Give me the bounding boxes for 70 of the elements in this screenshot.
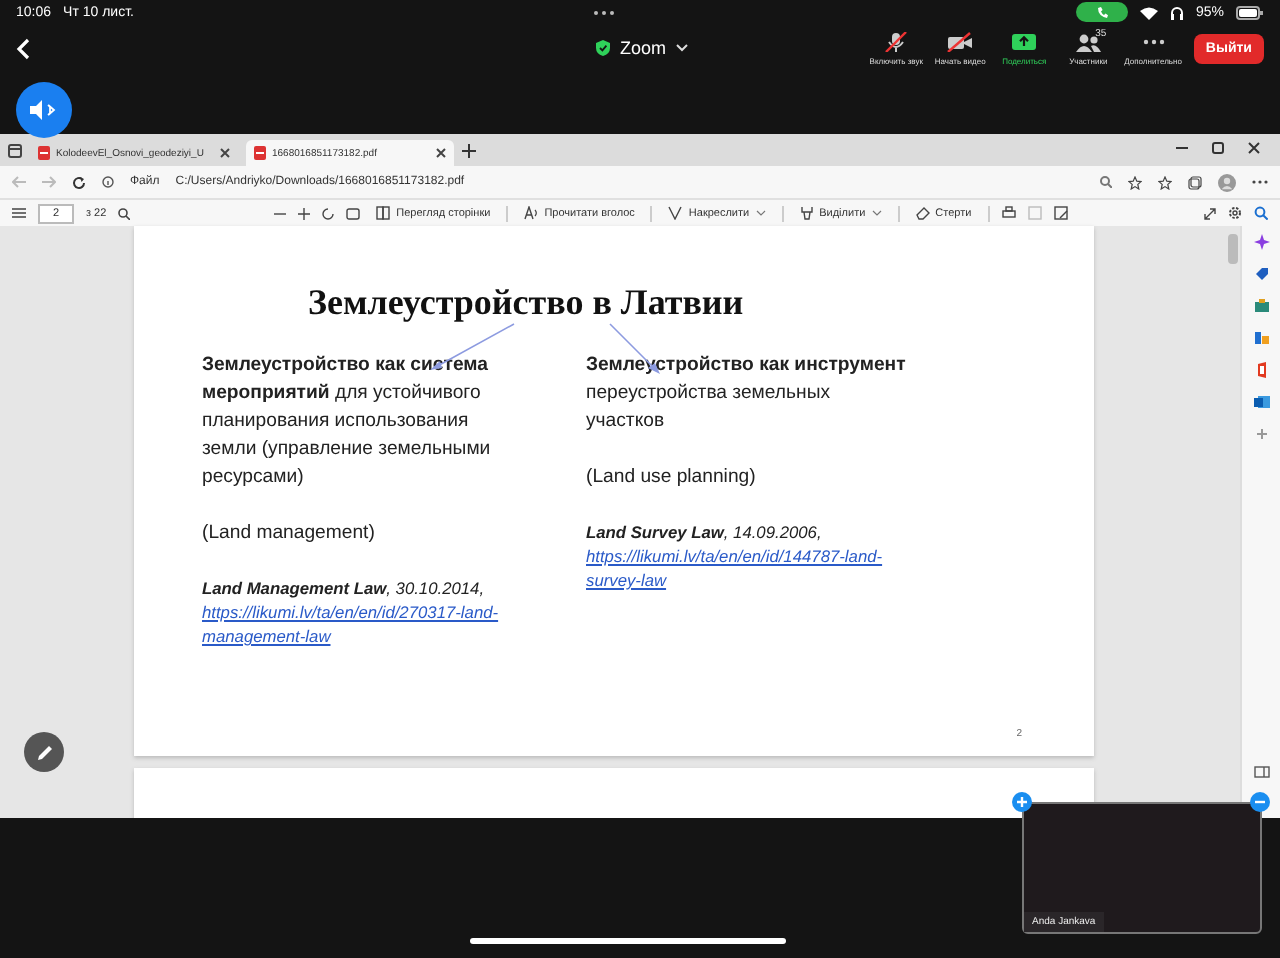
pen-icon [668, 206, 683, 220]
zoom-out-icon[interactable] [274, 207, 287, 219]
tab-actions-icon[interactable] [8, 143, 22, 157]
scrollbar-thumb[interactable] [1227, 234, 1237, 264]
link[interactable]: https://likumi.lv/ta/en/en/id/144787-land-survey-law [586, 544, 902, 592]
law-reference: Land Management Law, 30.10.2014, [202, 576, 487, 600]
pdf-icon [38, 146, 50, 160]
more-icon [592, 9, 617, 15]
reload-icon[interactable] [72, 175, 86, 189]
zoom-in-icon[interactable] [298, 207, 311, 219]
fit-page-icon[interactable] [346, 207, 361, 219]
headphones-icon [1169, 5, 1184, 19]
body-text: Землеустройство как система мероприятий для устойчивого планирования использования земли (управление земельными ресурсами) [202, 352, 493, 492]
search-icon[interactable] [118, 207, 131, 219]
close-icon[interactable] [1248, 141, 1260, 153]
save-as-icon[interactable] [1053, 206, 1068, 220]
link[interactable]: https://likumi.lv/ta/en/en/id/270317-land-management-law [202, 600, 518, 648]
star-add-icon[interactable] [1128, 175, 1142, 189]
read-aloud-icon [524, 206, 539, 220]
expand-icon[interactable] [1012, 792, 1032, 812]
new-tab-icon[interactable] [462, 143, 476, 157]
body-text: Землеустройство как инструмент переустройства земельных участков [586, 352, 906, 436]
office-icon[interactable] [1253, 362, 1269, 378]
share-screen-icon [1010, 31, 1039, 51]
chevron-down-icon [755, 210, 766, 216]
meeting-title: Zoom [620, 38, 667, 58]
contents-icon[interactable] [12, 208, 26, 218]
highlighter-icon [799, 206, 814, 220]
audio-button[interactable] [16, 82, 72, 138]
slide-title: Землеустройство в Латвии [308, 282, 746, 324]
favorites-icon[interactable] [1158, 175, 1172, 189]
wifi-icon [1139, 5, 1158, 19]
phone-icon [1095, 6, 1108, 18]
add-icon[interactable] [1253, 426, 1269, 442]
collections-icon[interactable] [1188, 175, 1202, 189]
outlook-icon[interactable] [1253, 394, 1269, 410]
rotate-icon[interactable] [322, 207, 335, 219]
print-icon[interactable] [1001, 206, 1016, 220]
chevron-down-icon [871, 210, 882, 216]
zoom-icon[interactable] [1100, 176, 1112, 188]
pdf-icon [254, 146, 266, 160]
minimize-icon[interactable] [1176, 141, 1188, 153]
page-view-icon [376, 206, 391, 220]
person-icon[interactable] [1253, 330, 1269, 346]
toolbox-icon[interactable] [1253, 298, 1269, 314]
shield-icon [596, 40, 611, 56]
people-icon [1074, 31, 1103, 51]
body-text: (Land management) [202, 520, 377, 548]
chevron-down-icon[interactable] [676, 44, 689, 52]
tag-icon[interactable] [1253, 266, 1269, 282]
pencil-icon [35, 743, 53, 761]
avatar-icon[interactable] [1218, 173, 1236, 191]
eraser-icon [915, 206, 930, 220]
search-icon[interactable] [1254, 206, 1268, 220]
fullscreen-icon[interactable] [1204, 207, 1216, 219]
speaker-bluetooth-icon [30, 100, 58, 120]
call-pill[interactable] [1075, 2, 1128, 22]
sparkle-icon[interactable] [1253, 234, 1269, 250]
close-icon[interactable] [220, 148, 230, 158]
minimize-icon[interactable] [1250, 792, 1270, 812]
battery-icon [1236, 5, 1264, 19]
camera-off-icon [946, 31, 975, 51]
settings-icon[interactable] [1228, 206, 1242, 220]
sidebar-toggle-icon[interactable] [1253, 766, 1269, 778]
mic-muted-icon [882, 31, 911, 51]
close-icon[interactable] [436, 148, 446, 158]
info-icon [102, 176, 114, 188]
law-reference: Land Survey Law, 14.09.2006, [586, 520, 824, 544]
body-text: (Land use planning) [586, 464, 758, 492]
maximize-icon[interactable] [1212, 141, 1224, 153]
